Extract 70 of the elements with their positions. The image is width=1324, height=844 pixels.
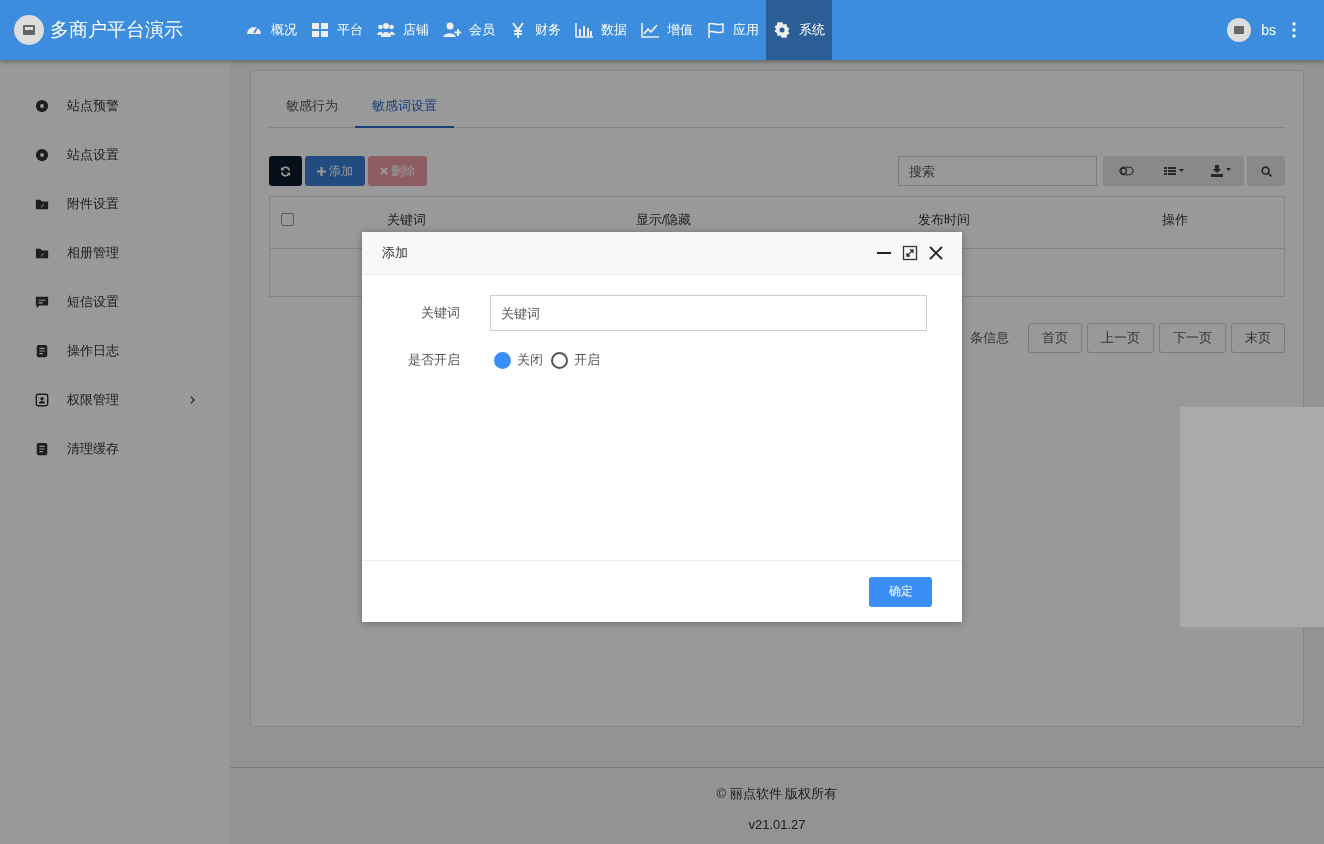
plus-icon xyxy=(317,166,326,176)
radio-button[interactable] xyxy=(494,351,511,369)
search-button[interactable] xyxy=(1247,156,1285,186)
chevron-right-icon xyxy=(189,394,196,405)
tab[interactable]: 敏感词设置 xyxy=(355,87,454,128)
sidebar-item[interactable]: 站点预警 xyxy=(0,81,230,130)
nav-item[interactable]: 系统 xyxy=(766,0,832,60)
search-icon xyxy=(1260,165,1272,177)
sidebar-item[interactable]: 操作日志 xyxy=(0,326,230,375)
page-info: 条信息 xyxy=(970,329,1009,347)
line-chart-icon xyxy=(641,21,659,39)
bar-chart-icon xyxy=(575,21,593,39)
radio-button[interactable] xyxy=(551,351,568,369)
more-icon[interactable] xyxy=(1292,22,1296,38)
brand-title: 多商户平台演示 xyxy=(50,18,183,42)
sidebar-item[interactable]: 相册管理 xyxy=(0,228,230,277)
toggle-icon xyxy=(1119,166,1134,176)
search-field[interactable]: 搜索 xyxy=(898,156,1097,186)
users-icon xyxy=(377,21,395,39)
add-button[interactable]: 添加 xyxy=(305,156,365,186)
column-header: 操作 xyxy=(1162,210,1188,229)
nav-item[interactable]: 店铺 xyxy=(370,0,436,60)
radio-label[interactable]: 开启 xyxy=(574,351,600,369)
field-label: 是否开启 xyxy=(407,351,460,369)
page-button[interactable]: 首页 xyxy=(1028,323,1082,353)
download-icon xyxy=(1210,165,1231,177)
gear-icon xyxy=(773,21,791,39)
disc-icon xyxy=(35,98,49,113)
nav-item[interactable]: 数据 xyxy=(568,0,634,60)
maximize-icon[interactable] xyxy=(902,245,918,261)
yen-icon xyxy=(509,21,527,39)
sidebar-item[interactable]: 短信设置 xyxy=(0,277,230,326)
version-text: v21.01.27 xyxy=(748,817,806,832)
sidebar-item[interactable]: 附件设置 xyxy=(0,179,230,228)
flag-icon xyxy=(707,21,725,39)
column-header: 显示/隐藏 xyxy=(635,210,692,229)
sidebar-item[interactable]: 站点设置 xyxy=(0,130,230,179)
copyright-text: © 丽点软件 版权所有 xyxy=(716,785,838,803)
keyword-field[interactable]: 关键词 xyxy=(490,295,927,331)
nav-item[interactable]: 平台 xyxy=(304,0,370,60)
column-header: 发布时间 xyxy=(917,210,970,229)
sidebar-item[interactable]: 权限管理 xyxy=(0,375,230,424)
tab[interactable]: 敏感行为 xyxy=(269,87,355,128)
refresh-icon xyxy=(280,165,291,177)
user-name[interactable]: bs xyxy=(1261,22,1276,38)
document-icon xyxy=(35,441,49,456)
refresh-button[interactable] xyxy=(269,156,302,186)
select-all-checkbox[interactable] xyxy=(281,213,294,226)
confirm-button[interactable]: 确定 xyxy=(869,576,932,607)
sidebar-item[interactable]: 清理缓存 xyxy=(0,424,230,473)
column-header: 关键词 xyxy=(386,210,426,229)
contact-card-icon xyxy=(35,392,49,407)
nav-item[interactable]: 财务 xyxy=(502,0,568,60)
avatar-icon[interactable] xyxy=(1227,18,1252,42)
nav-item[interactable]: 概况 xyxy=(238,0,304,60)
nav-item[interactable]: 会员 xyxy=(436,0,502,60)
list-icon xyxy=(1163,166,1184,176)
nav-item[interactable]: 增值 xyxy=(634,0,700,60)
document-icon xyxy=(35,343,49,358)
dialog-title: 添加 xyxy=(382,244,408,262)
logo-icon xyxy=(14,15,44,45)
close-icon[interactable] xyxy=(928,245,944,261)
field-label: 关键词 xyxy=(420,304,460,322)
page-button[interactable]: 末页 xyxy=(1231,323,1285,353)
disc-icon xyxy=(35,147,49,162)
message-icon xyxy=(35,294,49,309)
radio-label[interactable]: 关闭 xyxy=(517,351,543,369)
grid-icon xyxy=(311,21,329,39)
user-plus-icon xyxy=(443,21,461,39)
nav-item[interactable]: 应用 xyxy=(700,0,766,60)
